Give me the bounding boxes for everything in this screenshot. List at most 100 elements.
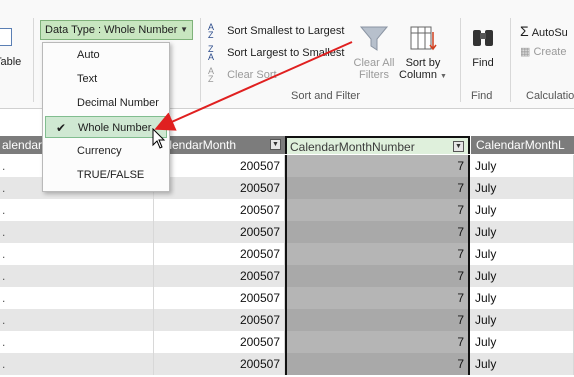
create-label: Create [533, 46, 567, 58]
table-row[interactable]: . 200507 7 July [0, 287, 574, 309]
cell-calendar-month-number[interactable]: 7 [285, 199, 470, 221]
cell-calendar-month[interactable]: 200507 [154, 287, 285, 309]
cell-calendar-month[interactable]: 200507 [154, 155, 285, 177]
cell-calendar-month-number[interactable]: 7 [285, 221, 470, 243]
menu-item-label: Whole Number [78, 122, 152, 134]
column-header-calendarmonthlabel[interactable]: CalendarMonthL [471, 136, 574, 154]
column-header-calendarmonth[interactable]: CalendarMonth ▼ [154, 136, 285, 154]
cell-calendar-month-number[interactable]: 7 [285, 287, 470, 309]
menu-item-whole-number[interactable]: ✔ Whole Number [45, 116, 167, 138]
table-row[interactable]: . 200507 7 July [0, 265, 574, 287]
cell-calendar-month[interactable]: 200507 [154, 199, 285, 221]
divider [33, 18, 34, 102]
divider [200, 18, 201, 102]
cell-calendar-month-label[interactable]: July [470, 177, 574, 199]
group-label-calculations: Calculatio [526, 90, 574, 102]
sort-ascending-button[interactable]: AZ Sort Smallest to Largest [208, 22, 345, 40]
cell-calendar[interactable]: . [0, 199, 154, 221]
cell-calendar-month[interactable]: 200507 [154, 309, 285, 331]
table-group[interactable]: Table [0, 22, 30, 90]
mouse-cursor-icon [152, 128, 166, 149]
menu-item-text[interactable]: Text [43, 68, 169, 90]
column-header-label: CalendarMonthL [476, 138, 565, 152]
cell-calendar-month-number[interactable]: 7 [285, 309, 470, 331]
cell-calendar-month-label[interactable]: July [470, 309, 574, 331]
cell-calendar-month-number[interactable]: 7 [285, 243, 470, 265]
sort-ascending-label: Sort Smallest to Largest [227, 24, 345, 37]
binoculars-icon [473, 30, 493, 46]
table-row[interactable]: . 200507 7 July [0, 221, 574, 243]
cell-calendar-month-label[interactable]: July [470, 199, 574, 221]
cell-calendar-month-label[interactable]: July [470, 331, 574, 353]
chevron-down-icon: ▼ [180, 25, 188, 34]
cell-calendar-month-label[interactable]: July [470, 353, 574, 375]
sigma-icon: Σ [520, 23, 529, 39]
filter-dropdown-icon[interactable]: ▼ [453, 141, 464, 152]
cell-calendar-month[interactable]: 200507 [154, 265, 285, 287]
sort-by-column-icon [410, 26, 437, 51]
autosum-label: AutoSu [531, 27, 568, 39]
cell-calendar-month[interactable]: 200507 [154, 177, 285, 199]
menu-item-currency[interactable]: Currency [43, 140, 169, 162]
table-icon [0, 28, 12, 46]
table-row[interactable]: . 200507 7 July [0, 331, 574, 353]
cell-calendar-month[interactable]: 200507 [154, 221, 285, 243]
menu-item-label: Auto [77, 49, 100, 61]
cell-calendar-month-label[interactable]: July [470, 287, 574, 309]
cell-calendar-month-label[interactable]: July [470, 221, 574, 243]
kpi-icon: ▦ [520, 46, 531, 58]
group-label-find: Find [471, 90, 493, 102]
cell-calendar-month[interactable]: 200507 [154, 353, 285, 375]
clear-sort-label: Clear Sort [227, 68, 277, 81]
table-row[interactable]: . 200507 7 July [0, 353, 574, 375]
cell-calendar[interactable]: . [0, 265, 154, 287]
table-row[interactable]: . 200507 7 July [0, 243, 574, 265]
table-row[interactable]: . 200507 7 July [0, 199, 574, 221]
clear-sort-icon: AZ [208, 66, 215, 84]
checkmark-icon: ✔ [56, 121, 67, 135]
cell-calendar[interactable]: . [0, 287, 154, 309]
cell-calendar-month-number[interactable]: 7 [285, 353, 470, 375]
cell-calendar-month-number[interactable]: 7 [285, 265, 470, 287]
sort-by-column-button[interactable]: Sort by Column ▼ [398, 24, 448, 81]
cell-calendar-month-number[interactable]: 7 [285, 177, 470, 199]
sort-by-column-label-line2: Column ▼ [399, 69, 447, 81]
data-type-menu: Auto Text Decimal Number ✔ Whole Number … [42, 42, 170, 192]
menu-item-decimal-number[interactable]: Decimal Number [43, 92, 169, 114]
cell-calendar-month[interactable]: 200507 [154, 331, 285, 353]
menu-item-label: TRUE/FALSE [77, 169, 145, 181]
menu-item-true-false[interactable]: TRUE/FALSE [43, 164, 169, 186]
clear-sort-button[interactable]: AZ Clear Sort [208, 66, 277, 84]
clear-all-filters-label-line2: Filters [359, 69, 389, 81]
sort-ascending-icon: AZ [208, 22, 215, 40]
menu-item-label: Text [77, 73, 98, 85]
cell-calendar[interactable]: . [0, 309, 154, 331]
column-header-calendarmonthnumber[interactable]: CalendarMonthNumber ▼ [285, 136, 470, 154]
cell-calendar-month-label[interactable]: July [470, 243, 574, 265]
cell-calendar[interactable]: . [0, 221, 154, 243]
sort-descending-label: Sort Largest to Smallest [227, 46, 345, 59]
filter-icon [359, 26, 389, 51]
data-type-dropdown[interactable]: Data Type : Whole Number ▼ [40, 20, 193, 40]
table-row[interactable]: . 200507 7 July [0, 309, 574, 331]
sort-descending-icon: ZA [208, 44, 215, 62]
cell-calendar-month-label[interactable]: July [470, 155, 574, 177]
clear-all-filters-label-line1: Clear All [353, 57, 395, 69]
cell-calendar[interactable]: . [0, 243, 154, 265]
autosum-button[interactable]: Σ AutoSu [520, 23, 568, 39]
cell-calendar-month-label[interactable]: July [470, 265, 574, 287]
find-button[interactable]: Find [466, 24, 500, 69]
filter-dropdown-icon[interactable]: ▼ [270, 139, 281, 150]
cell-calendar-month-number[interactable]: 7 [285, 331, 470, 353]
cell-calendar[interactable]: . [0, 331, 154, 353]
menu-item-auto[interactable]: Auto [43, 44, 169, 66]
cell-calendar[interactable]: . [0, 353, 154, 375]
column-header-label: alendar [2, 138, 43, 152]
clear-all-filters-button[interactable]: Clear All Filters [352, 24, 396, 81]
cell-calendar-month-number[interactable]: 7 [285, 155, 470, 177]
menu-item-label: Currency [77, 145, 122, 157]
create-kpi-button[interactable]: ▦ Create [520, 45, 567, 58]
cell-calendar-month[interactable]: 200507 [154, 243, 285, 265]
find-label: Find [472, 57, 494, 69]
sort-descending-button[interactable]: ZA Sort Largest to Smallest [208, 44, 345, 62]
